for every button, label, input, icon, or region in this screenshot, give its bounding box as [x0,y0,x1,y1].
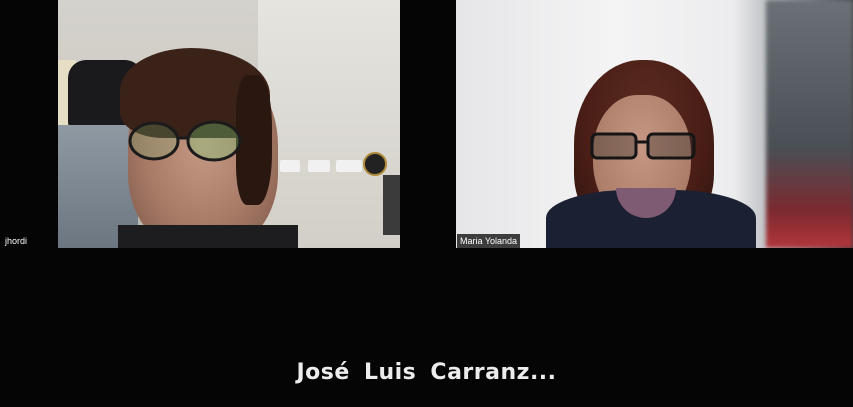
background-wall-right [258,0,400,248]
participant-video-jhordi[interactable] [58,0,400,248]
person-shirt [118,225,298,248]
person-glasses [128,120,242,162]
wall-poster [383,175,400,235]
participant-video-maria-yolanda[interactable] [456,0,853,248]
video-call-gallery: jhordi Maria Yolanda José Luis Carranz..… [0,0,853,407]
person-glasses [590,132,696,160]
active-speaker-name: José Luis Carranz... [296,360,557,385]
wall-sticker [336,160,362,172]
wall-record [363,152,387,176]
wall-sticker [280,160,300,172]
wall-sticker [308,160,330,172]
participant-name-label: jhordi [5,236,28,246]
participant-name-label: Maria Yolanda [457,234,521,248]
background-door [766,0,853,248]
